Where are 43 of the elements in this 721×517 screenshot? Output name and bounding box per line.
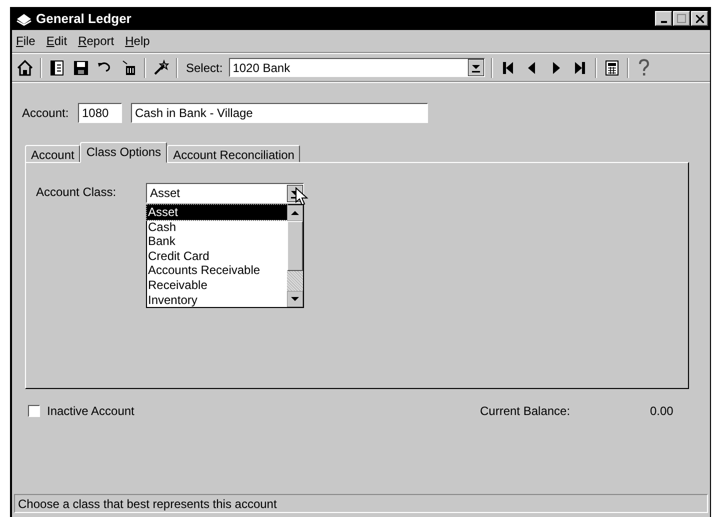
maximize-icon — [677, 14, 686, 23]
tab[interactable]: Account — [25, 145, 80, 163]
dropdown-option[interactable]: Accounts Receivable — [147, 263, 287, 278]
close-button[interactable] — [691, 11, 708, 26]
status-bar: Choose a class that best represents this account — [14, 494, 708, 513]
scroll-down-icon[interactable] — [287, 291, 303, 307]
current-balance-label: Current Balance: — [480, 404, 572, 418]
minimize-button[interactable] — [655, 11, 672, 26]
record-select-dropdown[interactable]: 1020 Bank — [228, 58, 485, 77]
account-class-dropdown[interactable]: Asset — [146, 183, 304, 203]
account-name-field[interactable]: Cash in Bank - Village — [131, 103, 428, 123]
home-icon[interactable] — [16, 58, 34, 76]
inactive-account-label: Inactive Account — [47, 404, 134, 418]
menu-item[interactable]: Edit — [46, 34, 68, 48]
dropdown-option[interactable]: Inventory — [147, 292, 287, 308]
scroll-up-icon[interactable] — [287, 205, 303, 221]
account-class-label: Account Class: — [36, 184, 118, 201]
scrollbar[interactable] — [287, 205, 303, 307]
trash-can-icon[interactable] — [120, 58, 138, 76]
tab[interactable]: Account Reconciliation — [167, 145, 300, 163]
menu-item[interactable]: Report — [78, 34, 114, 48]
account-number-field[interactable]: 1080 — [78, 103, 122, 123]
magic-wand-icon[interactable] — [152, 58, 170, 76]
maximize-button[interactable] — [673, 11, 690, 26]
select-label: Select: — [186, 60, 223, 74]
dropdown-option[interactable]: Receivable — [147, 278, 287, 293]
notebook-icon[interactable] — [48, 58, 66, 76]
close-icon — [696, 14, 704, 22]
minimize-icon — [660, 20, 666, 22]
book-icon — [16, 12, 32, 26]
menu-item[interactable]: Help — [125, 34, 150, 48]
current-balance-value: 0.00 — [650, 404, 674, 418]
save-icon[interactable] — [72, 58, 90, 76]
window-title: General Ledger — [36, 11, 132, 26]
dropdown-option[interactable]: Bank — [147, 234, 287, 249]
dropdown-option[interactable]: Cash — [147, 220, 287, 234]
dropdown-option[interactable]: Credit Card — [147, 248, 287, 264]
tab[interactable]: Class Options — [80, 142, 168, 163]
calculator-icon[interactable] — [602, 58, 621, 76]
dropdown-arrow-icon[interactable] — [468, 59, 484, 76]
account-label: Account: — [22, 106, 70, 120]
dropdown-option[interactable]: Asset — [147, 205, 287, 220]
menu-item[interactable]: File — [16, 34, 36, 48]
